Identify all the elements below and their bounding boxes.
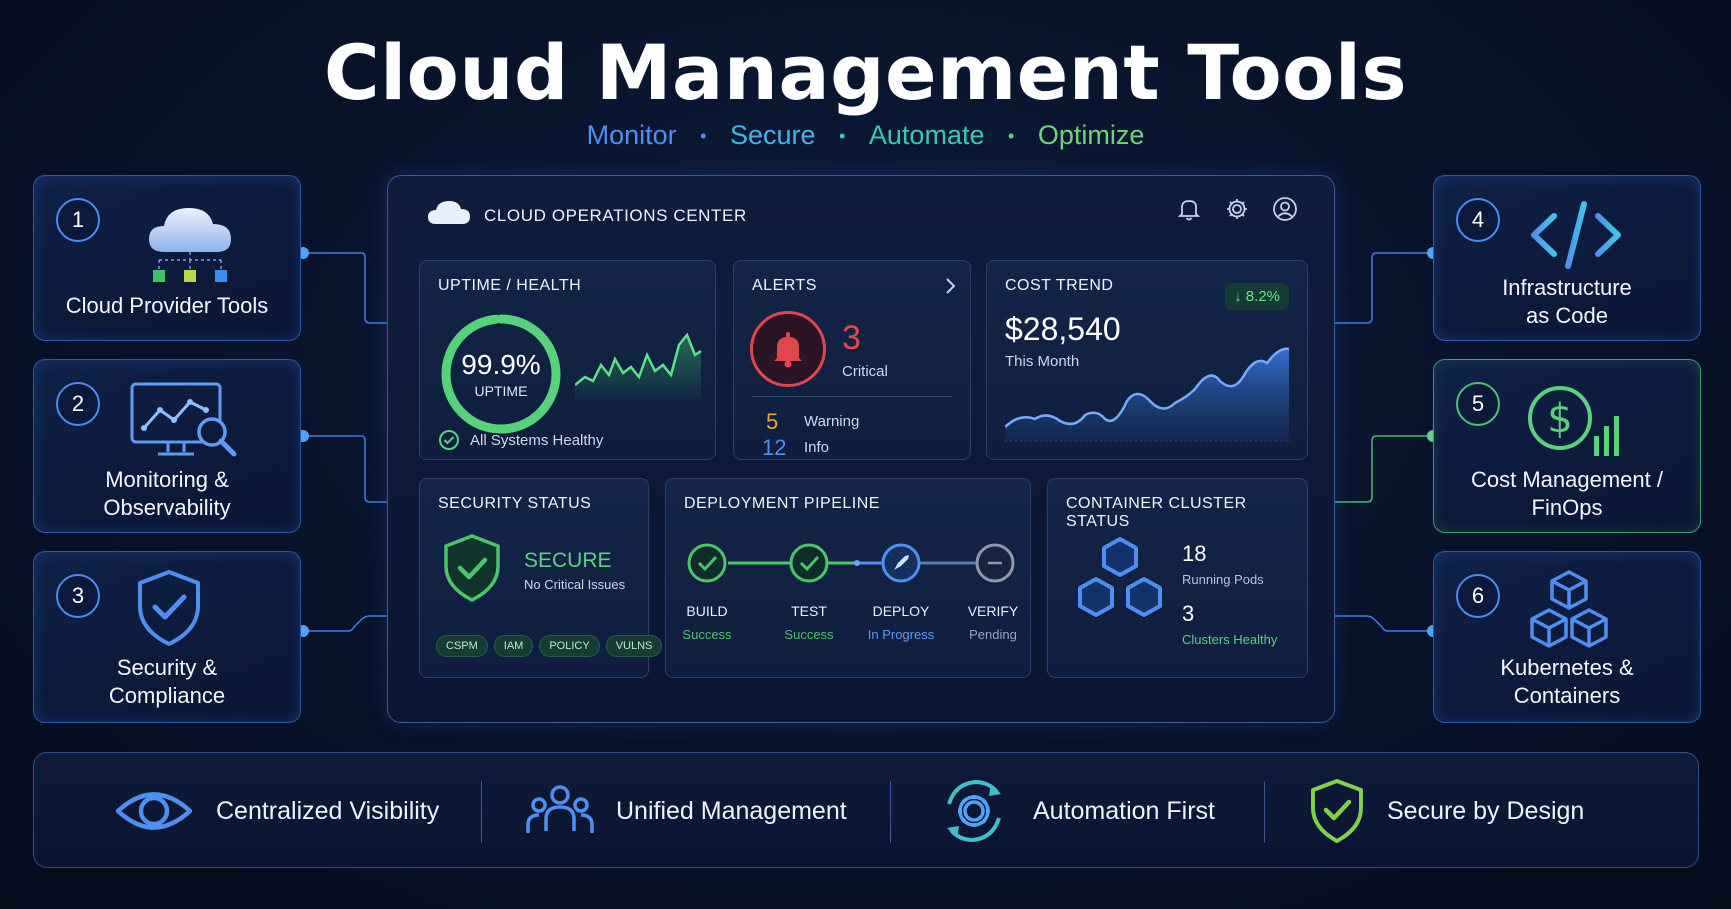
chevron-right-icon[interactable] [944,277,956,300]
panel-title: COST TREND [1005,277,1114,294]
card-number: 6 [1456,574,1500,618]
eye-icon [115,792,193,830]
uptime-health-panel: UPTIME / HEALTH 99.9% UPTIME All Systems… [419,260,716,460]
check-circle-icon [439,430,459,450]
stage-build[interactable]: BUILD Success [666,603,748,642]
card-number: 2 [56,382,100,426]
uptime-label: UPTIME [474,383,528,399]
cost-trend-panel: COST TREND ↓ 8.2% $28,540 This Month [986,260,1308,460]
tag-vulns[interactable]: VULNS [605,635,663,657]
cubes-icon [1524,568,1614,655]
cloud-operations-center: CLOUD OPERATIONS CENTER UPTIME / HEALTH … [387,175,1335,723]
feature-label: Secure by Design [1387,796,1585,825]
clusters-label: Clusters Healthy [1182,632,1278,647]
stage-test[interactable]: TEST Success [768,603,850,642]
warning-count: 5 [766,409,779,434]
card-label: Cloud Provider Tools [65,293,269,318]
bell-icon[interactable] [1176,196,1202,227]
tag-cspm[interactable]: CSPM [436,635,488,657]
gear-icon[interactable] [1224,196,1250,227]
cost-change-badge: ↓ 8.2% [1225,283,1289,310]
pods-label: Running Pods [1182,572,1264,587]
feature-automation-first: Automation First [937,753,1215,869]
critical-alert-icon [750,311,826,387]
critical-count: 3 [842,319,861,357]
card-infrastructure-as-code[interactable]: 4 Infrastructure as Code [1433,175,1701,341]
dashboard-title: CLOUD OPERATIONS CENTER [484,205,747,225]
divider [890,781,891,843]
feature-unified-management: Unified Management [526,753,847,869]
tag-policy[interactable]: POLICY [539,635,600,657]
stage-deploy[interactable]: DEPLOY In Progress [850,603,952,642]
monitor-chart-icon [128,380,240,467]
container-cluster-panel: CONTAINER CLUSTER STATUS 18 Running Pods… [1047,478,1308,678]
automation-gear-icon [947,779,1001,843]
shield-check-icon [442,533,502,608]
feature-secure-by-design: Secure by Design [1309,753,1584,869]
security-tags: CSPM IAM POLICY VULNS [436,635,663,657]
health-status: All Systems Healthy [438,429,603,451]
alerts-panel[interactable]: ALERTS 3 Critical 5 Warning 12 Info [733,260,971,460]
stage-verify[interactable]: VERIFY Pending [952,603,1034,642]
cloud-network-icon [139,194,249,299]
shield-check-icon [1311,779,1363,843]
pipeline-track [687,543,1015,583]
panel-title: SECURITY STATUS [438,495,592,512]
user-avatar-icon[interactable] [1272,196,1298,227]
panel-title: ALERTS [752,277,817,294]
feature-label: Unified Management [616,796,847,825]
divider [752,396,952,397]
card-label: Kubernetes & Containers [1500,655,1634,708]
deployment-pipeline-panel: DEPLOYMENT PIPELINE BUILD Success TEST S… [665,478,1031,678]
uptime-sparkline [575,332,702,405]
panel-title: DEPLOYMENT PIPELINE [684,495,880,512]
card-monitoring-observability[interactable]: 2 Monitoring & Observability [33,359,301,533]
pods-count: 18 [1182,541,1207,566]
dashboard-header: CLOUD OPERATIONS CENTER [426,198,747,233]
hexagon-cluster-icon [1074,535,1166,626]
dollar-chart-icon: $ [1526,382,1626,469]
code-icon [1526,198,1626,277]
shield-check-icon [134,568,204,653]
feature-label: Automation First [1033,796,1216,825]
security-status-panel: SECURITY STATUS SECURE No Critical Issue… [419,478,663,678]
card-number: 1 [56,198,100,242]
card-number: 4 [1456,198,1500,242]
feature-centralized-visibility: Centralized Visibility [114,753,439,869]
info-count: 12 [762,435,787,460]
cloud-icon [426,198,472,233]
panel-title: UPTIME / HEALTH [438,277,582,294]
divider [1264,781,1265,843]
critical-label: Critical [842,363,888,380]
card-kubernetes-containers[interactable]: 6 Kubernetes & Containers [1433,551,1701,723]
card-security-compliance[interactable]: 3 Security & Compliance [33,551,301,723]
warning-label: Warning [804,413,860,430]
tag-iam[interactable]: IAM [493,635,534,657]
security-status: SECURE [524,549,612,572]
card-number: 5 [1456,382,1500,426]
info-label: Info [804,439,830,456]
panel-title: CONTAINER CLUSTER STATUS [1066,495,1247,530]
divider [481,781,482,843]
users-icon [526,785,594,833]
card-cloud-provider-tools[interactable]: 1 Cloud Provider Tools [33,175,301,341]
svg-text:$: $ [1547,396,1572,442]
bell-icon [774,332,802,368]
clusters-count: 3 [1182,601,1195,626]
card-label: Cost Management / FinOps [1471,467,1663,520]
security-detail: No Critical Issues [524,577,626,592]
header-actions [1176,196,1298,227]
card-label: Security & Compliance [108,655,226,708]
card-label: Monitoring & Observability [103,467,231,520]
uptime-value: 99.9% [461,349,541,380]
feature-bar: Centralized Visibility Unified Managemen… [33,752,1699,868]
card-number: 3 [56,574,100,618]
cost-trend-chart [1005,347,1291,442]
card-cost-management-finops[interactable]: 5 $ Cost Management / FinOps [1433,359,1701,533]
feature-label: Centralized Visibility [216,796,440,825]
card-label: Infrastructure as Code [1502,275,1632,328]
